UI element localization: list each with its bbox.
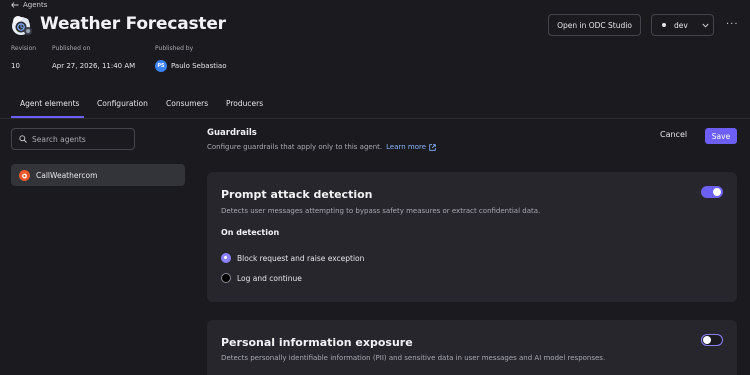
more-options-button[interactable]: ··· (726, 19, 739, 30)
tab-consumers[interactable]: Consumers (166, 99, 208, 108)
chevron-down-icon (702, 23, 709, 28)
prompt-attack-toggle[interactable] (701, 186, 723, 198)
guardrails-title: Guardrails (207, 128, 257, 138)
tab-producers[interactable]: Producers (226, 99, 263, 108)
published-by-label: Published by (155, 45, 194, 52)
environment-label: dev (674, 20, 688, 30)
active-tab-indicator (11, 116, 84, 118)
tab-configuration[interactable]: Configuration (97, 99, 148, 108)
status-dot-icon (662, 23, 666, 27)
published-by: PS Paulo Sebastiao (155, 60, 226, 72)
avatar: PS (155, 60, 167, 72)
published-by-name: Paulo Sebastiao (171, 62, 227, 70)
radio-label: Log and continue (237, 273, 302, 283)
revision-label: Revision (11, 45, 37, 52)
sidebar-item-label: CallWeathercom (36, 170, 98, 180)
save-button[interactable]: Save (705, 128, 737, 144)
search-icon (19, 135, 27, 143)
environment-select[interactable]: dev (651, 14, 714, 36)
open-in-studio-button[interactable]: Open in ODC Studio (548, 14, 641, 36)
learn-more-label: Learn more (386, 143, 427, 151)
radio-selected-icon[interactable] (221, 253, 231, 263)
radio-option-log[interactable]: Log and continue (221, 273, 302, 283)
revision-value: 10 (11, 62, 20, 70)
breadcrumb-agents[interactable]: Agents (23, 1, 47, 9)
guardrails-description: Configure guardrails that apply only to … (207, 143, 383, 151)
sidebar-item-callweathercom[interactable]: CallWeathercom (11, 164, 185, 186)
card-title: Personal information exposure (221, 336, 413, 349)
breadcrumb[interactable]: Agents (11, 1, 47, 9)
card-title: Prompt attack detection (221, 188, 373, 201)
search-input[interactable] (32, 134, 132, 144)
card-description: Detects user messages attempting to bypa… (221, 207, 541, 215)
published-on-label: Published on (52, 45, 91, 52)
tab-agent-elements[interactable]: Agent elements (20, 99, 79, 108)
radio-label: Block request and raise exception (237, 253, 365, 263)
personal-info-toggle[interactable] (701, 334, 723, 346)
learn-more-link[interactable]: Learn more (386, 143, 436, 151)
external-link-icon (429, 143, 436, 151)
published-on-value: Apr 27, 2026, 11:40 AM (52, 62, 136, 70)
page-title: Weather Forecaster (40, 14, 226, 34)
personal-info-card: Personal information exposure Detects pe… (207, 320, 737, 375)
agent-element-icon (19, 169, 30, 181)
prompt-attack-card: Prompt attack detection Detects user mes… (207, 172, 737, 302)
tabs-divider (0, 118, 750, 119)
toggle-knob (703, 336, 711, 344)
radio-unselected-icon[interactable] (221, 273, 231, 283)
card-description: Detects personally identifiable informat… (221, 354, 606, 362)
on-detection-label: On detection (221, 228, 280, 237)
weather-agent-icon (10, 13, 34, 37)
guardrails-subtitle: Configure guardrails that apply only to … (207, 143, 436, 151)
radio-option-block[interactable]: Block request and raise exception (221, 253, 364, 263)
toggle-knob (713, 188, 721, 196)
cancel-button[interactable]: Cancel (660, 130, 687, 139)
search-box[interactable] (11, 128, 135, 150)
arrow-left-icon (11, 2, 19, 8)
